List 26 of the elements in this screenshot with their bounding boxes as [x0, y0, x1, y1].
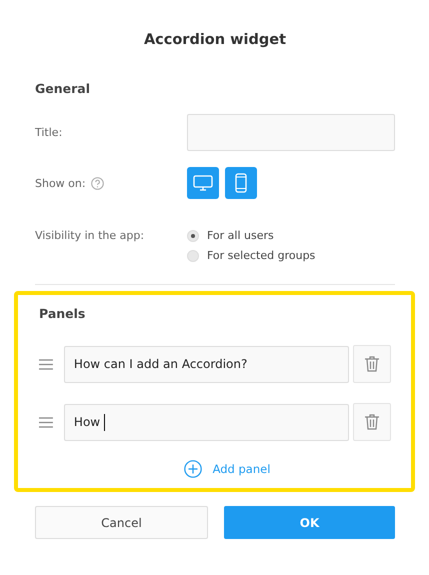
drag-handle-icon: [39, 358, 53, 370]
field-label: Show on:: [35, 176, 86, 190]
field-label: Visibility in the app:: [35, 229, 146, 242]
help-icon: [90, 176, 104, 190]
radio-label: For selected groups: [207, 249, 316, 262]
title-field[interactable]: [187, 114, 395, 151]
radio-button[interactable]: [187, 250, 199, 262]
input-field[interactable]: How: [64, 404, 350, 440]
dialog-title: Accordion widget: [142, 31, 288, 50]
phone-icon: [235, 173, 247, 193]
trash-icon: [365, 414, 380, 430]
radio-button[interactable]: [187, 230, 199, 242]
trash-icon: [365, 356, 380, 372]
cancel-button[interactable]: Cancel: [35, 506, 208, 539]
field-label: Title:: [35, 126, 64, 139]
plus-circle-icon: [184, 460, 202, 478]
input-field[interactable]: How can I add an Accordion?: [64, 346, 350, 382]
radio-label: For all users: [207, 229, 274, 242]
section-heading: General: [35, 80, 91, 98]
delete-button[interactable]: [353, 403, 392, 441]
section-heading: Panels: [39, 305, 86, 323]
monitor-icon: [193, 175, 213, 191]
drag-handle-icon: [39, 416, 53, 428]
device-toggle[interactable]: [187, 167, 219, 199]
device-toggle[interactable]: [225, 167, 257, 199]
delete-button[interactable]: [353, 345, 392, 383]
